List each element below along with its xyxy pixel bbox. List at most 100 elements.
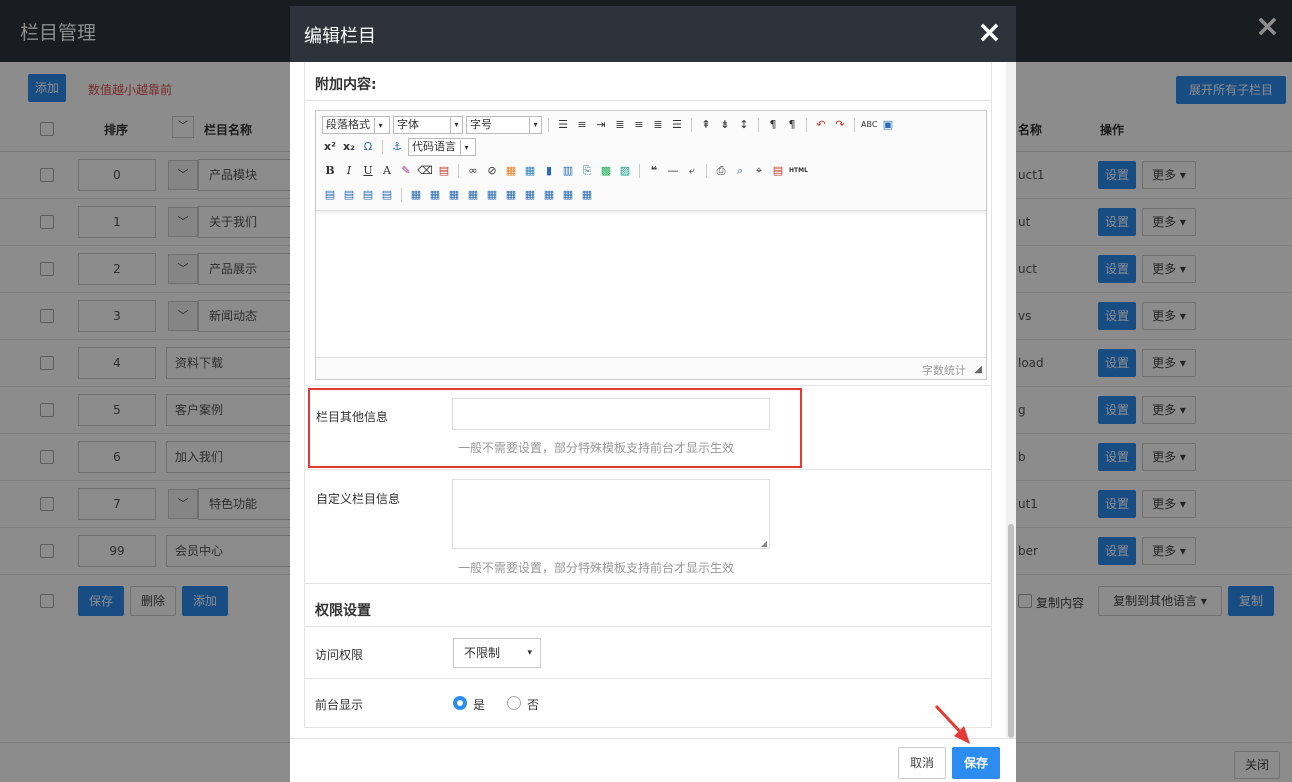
front-display-yes-label: 是 — [473, 698, 486, 712]
caret-down-icon: ▾ — [460, 140, 472, 156]
front-display-yes-radio[interactable] — [453, 696, 467, 710]
permission-panel: 权限设置 访问权限 不限制 ▾ 前台显示 是 否 — [304, 584, 992, 728]
italic-icon[interactable]: I — [341, 163, 357, 179]
image-center-icon[interactable]: ▤ — [379, 187, 395, 203]
anchor-icon[interactable]: ⚓ — [389, 139, 405, 155]
image-icon[interactable]: ▦ — [503, 163, 519, 179]
align-justify-icon[interactable]: ☰ — [669, 117, 685, 133]
unordered-list-icon[interactable]: ≡ — [574, 117, 590, 133]
underline-icon[interactable]: U — [360, 163, 376, 179]
align-right-icon[interactable]: ≣ — [650, 117, 666, 133]
format-painter-icon[interactable]: ▤ — [436, 163, 452, 179]
font-size-combo[interactable]: 字号 ▾ — [466, 116, 542, 134]
combo-label: 段落格式 — [326, 118, 370, 131]
line-height-icon[interactable]: ↕ — [736, 117, 752, 133]
align-left-icon[interactable]: ≣ — [612, 117, 628, 133]
insert-row-icon[interactable]: ▦ — [446, 187, 462, 203]
image-none-icon[interactable]: ▤ — [360, 187, 376, 203]
subscript-icon[interactable]: x₂ — [341, 139, 357, 155]
toolbar-row-2: x² x₂ Ω ⚓ 代码语言 ▾ — [322, 137, 476, 157]
rich-text-editor[interactable]: 段落格式 ▾ 字体 ▾ 字号 ▾ ☰ ≡ ⇥ ≣ ≡ ≣ ☰ ⇞ ⇟ ↕ ¶ ¶… — [315, 110, 987, 380]
separator — [382, 140, 383, 154]
multi-image-icon[interactable]: ▦ — [522, 163, 538, 179]
ltr-icon[interactable]: ¶ — [765, 117, 781, 133]
access-value: 不限制 — [464, 646, 501, 660]
gallery-icon[interactable]: ▨ — [617, 163, 633, 179]
permission-title: 权限设置 — [315, 603, 371, 619]
save-button[interactable]: 保存 — [952, 747, 1000, 779]
highlight-icon[interactable]: ✎ — [398, 163, 414, 179]
superscript-icon[interactable]: x² — [322, 139, 338, 155]
resize-handle-icon[interactable]: ◢ — [761, 539, 767, 548]
spellcheck-icon[interactable]: ABC — [861, 117, 877, 133]
insert-table-icon[interactable]: ▦ — [408, 187, 424, 203]
front-display-no-radio[interactable] — [507, 696, 521, 710]
map-icon[interactable]: ▩ — [598, 163, 614, 179]
rtl-icon[interactable]: ¶ — [784, 117, 800, 133]
separator — [691, 118, 692, 132]
separator — [548, 118, 549, 132]
modal-header: 编辑栏目 × — [290, 6, 1016, 62]
modal-body: 附加内容: 段落格式 ▾ 字体 ▾ 字号 ▾ ☰ ≡ ⇥ ≣ ≡ ≣ ☰ ⇞ ⇟… — [290, 62, 1016, 738]
delete-col-icon[interactable]: ▦ — [541, 187, 557, 203]
eraser-icon[interactable]: ⌫ — [417, 163, 433, 179]
merge-cells-icon[interactable]: ▦ — [484, 187, 500, 203]
modal-scrollbar[interactable] — [1006, 62, 1016, 738]
indent-icon[interactable]: ⇥ — [593, 117, 609, 133]
font-family-combo[interactable]: 字体 ▾ — [393, 116, 463, 134]
scrollbar-thumb[interactable] — [1008, 524, 1014, 738]
delete-table-icon[interactable]: ▦ — [560, 187, 576, 203]
delete-row-icon[interactable]: ▦ — [522, 187, 538, 203]
cancel-button[interactable]: 取消 — [898, 747, 946, 779]
unlink-icon[interactable]: ⊘ — [484, 163, 500, 179]
access-select[interactable]: 不限制 ▾ — [453, 638, 541, 668]
insert-col-icon[interactable]: ▦ — [465, 187, 481, 203]
row-spacing-top-icon[interactable]: ⇞ — [698, 117, 714, 133]
redo-icon[interactable]: ↷ — [832, 117, 848, 133]
horizontal-rule-icon[interactable]: — — [665, 163, 681, 179]
separator — [854, 118, 855, 132]
template-icon[interactable]: ▤ — [770, 163, 786, 179]
special-char-icon[interactable]: Ω — [360, 139, 376, 155]
print-icon[interactable]: ⎙ — [713, 163, 729, 179]
blockquote-icon[interactable]: ❝ — [646, 163, 662, 179]
toolbar-row-3: B I U A ✎ ⌫ ▤ ∞ ⊘ ▦ ▦ ▮ ▥ ⎘ ▩ ▨ ❝ — ⤶ ⎙ … — [322, 161, 808, 181]
code-language-combo[interactable]: 代码语言 ▾ — [408, 138, 476, 156]
image-right-icon[interactable]: ▤ — [341, 187, 357, 203]
modal-footer: 取消 保存 — [290, 738, 1016, 782]
caret-down-icon: ▾ — [529, 117, 541, 133]
preview-icon[interactable]: ▣ — [880, 117, 896, 133]
combo-label: 字号 — [470, 118, 492, 131]
attachment-icon[interactable]: ⎘ — [579, 163, 595, 179]
link-icon[interactable]: ∞ — [465, 163, 481, 179]
image-left-icon[interactable]: ▤ — [322, 187, 338, 203]
separator — [758, 118, 759, 132]
separator — [458, 164, 459, 178]
split-cells-icon[interactable]: ▦ — [503, 187, 519, 203]
table-icon[interactable]: ▥ — [560, 163, 576, 179]
bold-icon[interactable]: B — [322, 163, 338, 179]
font-color-icon[interactable]: A — [379, 163, 395, 179]
front-display-label: 前台显示 — [315, 698, 364, 712]
divider — [305, 626, 991, 627]
word-count: 字数统计 — [922, 364, 966, 377]
ordered-list-icon[interactable]: ☰ — [555, 117, 571, 133]
resize-handle-icon[interactable]: ◢ — [974, 364, 982, 375]
insert-para-before-table-icon[interactable]: ▦ — [427, 187, 443, 203]
editor-content-area[interactable] — [316, 211, 986, 357]
html-source-icon[interactable]: HTML — [789, 163, 808, 179]
search-icon[interactable]: ⌕ — [732, 163, 748, 179]
video-icon[interactable]: ▮ — [541, 163, 557, 179]
undo-icon[interactable]: ↶ — [813, 117, 829, 133]
close-icon[interactable]: × — [977, 16, 1002, 50]
find-replace-icon[interactable]: ⌖ — [751, 163, 767, 179]
align-center-icon[interactable]: ≡ — [631, 117, 647, 133]
table-props-icon[interactable]: ▦ — [579, 187, 595, 203]
toolbar-row-1: 段落格式 ▾ 字体 ▾ 字号 ▾ ☰ ≡ ⇥ ≣ ≡ ≣ ☰ ⇞ ⇟ ↕ ¶ ¶… — [322, 115, 896, 135]
paragraph-format-combo[interactable]: 段落格式 ▾ — [322, 116, 390, 134]
front-display-no-label: 否 — [527, 698, 540, 712]
separator — [706, 164, 707, 178]
row-spacing-bottom-icon[interactable]: ⇟ — [717, 117, 733, 133]
page-break-icon[interactable]: ⤶ — [684, 163, 700, 179]
custom-info-textarea[interactable]: ◢ — [452, 479, 770, 549]
